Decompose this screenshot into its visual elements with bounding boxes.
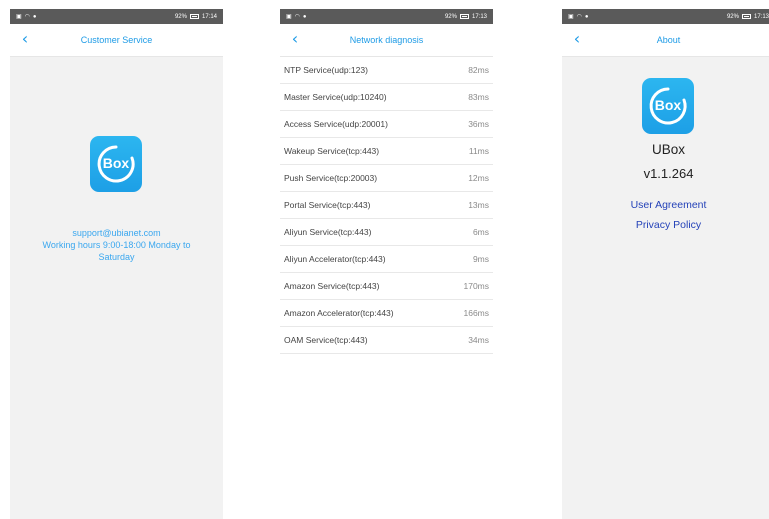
location-icon: ●: [584, 13, 589, 20]
service-name: Portal Service(tcp:443): [284, 200, 371, 210]
list-item: Amazon Accelerator(tcp:443) 166ms: [280, 300, 493, 327]
app-name: UBox: [651, 142, 685, 157]
service-name: Amazon Service(tcp:443): [284, 281, 380, 291]
latency-value: 12ms: [468, 173, 489, 183]
nav-bar: ‹ About: [562, 24, 769, 57]
user-agreement-link[interactable]: User Agreement: [562, 199, 769, 211]
latency-value: 13ms: [468, 200, 489, 210]
nav-bar: ‹ Network diagnosis: [280, 24, 493, 57]
list-item: Portal Service(tcp:443) 13ms: [280, 192, 493, 219]
latency-value: 82ms: [468, 65, 489, 75]
working-hours-line2: Saturday: [98, 252, 135, 262]
clock: 17:13: [753, 13, 769, 20]
page-title: About: [656, 35, 681, 45]
service-name: Amazon Accelerator(tcp:443): [284, 308, 394, 318]
battery-icon: [189, 14, 199, 19]
ubox-logo: Box: [642, 78, 694, 134]
service-name: Aliyun Service(tcp:443): [284, 227, 372, 237]
diagnosis-list: NTP Service(udp:123) 82ms Master Service…: [280, 57, 493, 354]
page-title: Network diagnosis: [349, 35, 424, 45]
status-bar: ▣ ◠ ● 92% 17:13: [562, 9, 769, 24]
list-item: Aliyun Accelerator(tcp:443) 9ms: [280, 246, 493, 273]
service-name: Aliyun Accelerator(tcp:443): [284, 254, 386, 264]
wifi-icon: ◠: [294, 14, 300, 20]
status-bar: ▣ ◠ ● 92% 17:14: [10, 9, 223, 24]
signal-level: 92%: [726, 13, 739, 20]
working-hours-line1: Working hours 9:00-18:00 Monday to: [42, 240, 191, 250]
signal-level: 92%: [444, 13, 457, 20]
wifi-icon: ◠: [576, 14, 582, 20]
latency-value: 11ms: [468, 146, 489, 156]
latency-value: 36ms: [468, 119, 489, 129]
list-item: Master Service(udp:10240) 83ms: [280, 84, 493, 111]
network-diagnosis-screen: ▣ ◠ ● 92% 17:13 ‹ Network diagnosis NTP …: [280, 9, 493, 519]
latency-value: 170ms: [463, 281, 489, 291]
customer-service-screen: ▣ ◠ ● 92% 17:14 ‹ Customer Service Box s…: [10, 9, 223, 519]
service-name: NTP Service(udp:123): [284, 65, 368, 75]
location-icon: ●: [302, 13, 307, 20]
logo-text: Box: [654, 97, 682, 113]
about-screen: ▣ ◠ ● 92% 17:13 ‹ About Box UBox v1.1.26…: [562, 9, 769, 519]
sim-icon: ▣: [286, 14, 292, 20]
page-title: Customer Service: [80, 35, 153, 45]
list-item: Amazon Service(tcp:443) 170ms: [280, 273, 493, 300]
clock: 17:14: [201, 13, 217, 20]
service-name: Wakeup Service(tcp:443): [284, 146, 380, 156]
latency-value: 6ms: [472, 227, 489, 237]
support-email[interactable]: support@ubianet.com: [10, 227, 223, 239]
signal-level: 92%: [174, 13, 187, 20]
status-bar: ▣ ◠ ● 92% 17:13: [280, 9, 493, 24]
list-item: Access Service(udp:20001) 36ms: [280, 111, 493, 138]
latency-value: 34ms: [468, 335, 489, 345]
logo-text: Box: [102, 155, 130, 171]
privacy-policy-link[interactable]: Privacy Policy: [562, 219, 769, 231]
list-item: OAM Service(tcp:443) 34ms: [280, 327, 493, 354]
list-item: NTP Service(udp:123) 82ms: [280, 57, 493, 84]
latency-value: 83ms: [468, 92, 489, 102]
nav-bar: ‹ Customer Service: [10, 24, 223, 57]
wifi-icon: ◠: [24, 14, 30, 20]
service-name: OAM Service(tcp:443): [284, 335, 368, 345]
app-version: v1.1.264: [643, 166, 694, 181]
ubox-logo: Box: [90, 136, 142, 192]
service-name: Master Service(udp:10240): [284, 92, 387, 102]
clock: 17:13: [471, 13, 487, 20]
list-item: Push Service(tcp:20003) 12ms: [280, 165, 493, 192]
service-name: Access Service(udp:20001): [284, 119, 388, 129]
battery-icon: [741, 14, 751, 19]
battery-icon: [459, 14, 469, 19]
sim-icon: ▣: [568, 14, 574, 20]
list-item: Wakeup Service(tcp:443) 11ms: [280, 138, 493, 165]
list-item: Aliyun Service(tcp:443) 6ms: [280, 219, 493, 246]
sim-icon: ▣: [16, 14, 22, 20]
latency-value: 166ms: [463, 308, 489, 318]
service-name: Push Service(tcp:20003): [284, 173, 378, 183]
latency-value: 9ms: [472, 254, 489, 264]
location-icon: ●: [32, 13, 37, 20]
